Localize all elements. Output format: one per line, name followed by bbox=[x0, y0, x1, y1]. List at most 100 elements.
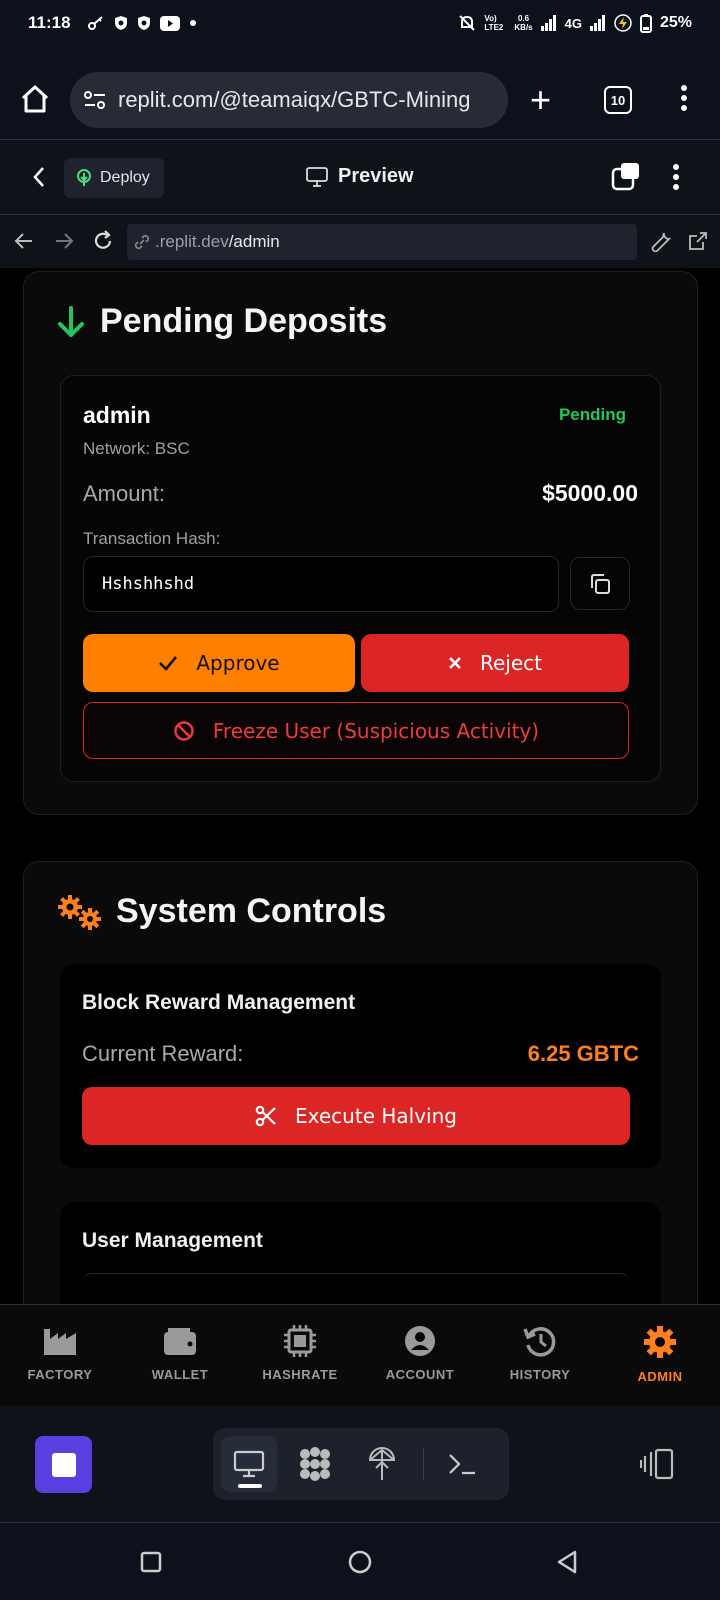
nav-history[interactable]: HISTORY bbox=[480, 1305, 600, 1406]
home-icon[interactable] bbox=[20, 84, 50, 114]
shield-icon bbox=[137, 16, 150, 30]
signal-icon bbox=[540, 15, 556, 31]
transaction-hash-field[interactable]: Hshshhshd bbox=[83, 556, 559, 612]
site-settings-icon[interactable] bbox=[84, 90, 106, 110]
block-reward-title: Block Reward Management bbox=[82, 991, 356, 1014]
charging-icon bbox=[614, 14, 632, 32]
back-arrow-icon[interactable] bbox=[14, 232, 34, 250]
freeze-user-button[interactable]: Freeze User (Suspicious Activity) bbox=[83, 702, 629, 759]
execute-halving-button[interactable]: Execute Halving bbox=[82, 1087, 630, 1145]
recents-icon[interactable] bbox=[140, 1551, 162, 1573]
webview-url-field[interactable]: .replit.dev/admin bbox=[127, 224, 637, 260]
nav-admin[interactable]: ADMIN bbox=[600, 1305, 720, 1406]
browser-toolbar: replit.com/@teamaiqx/GBTC-Mining + 10 bbox=[0, 46, 720, 140]
user-management-title: User Management bbox=[82, 1229, 263, 1252]
factory-icon bbox=[44, 1329, 76, 1355]
user-management-panel: User Management bbox=[60, 1202, 661, 1304]
block-reward-panel: Block Reward Management Current Reward: … bbox=[60, 964, 661, 1168]
admin-page-content: Pending Deposits admin Pending Network: … bbox=[0, 268, 720, 1304]
system-navigation-bar bbox=[0, 1522, 720, 1600]
wallet-icon bbox=[164, 1328, 196, 1355]
battery-level: 25% bbox=[659, 14, 692, 31]
gears-icon bbox=[58, 894, 101, 930]
monitor-icon bbox=[233, 1450, 265, 1478]
deposit-user: admin bbox=[83, 402, 151, 428]
pending-deposits-header: Pending Deposits bbox=[56, 302, 387, 341]
refresh-icon[interactable] bbox=[92, 230, 114, 252]
copy-icon bbox=[591, 573, 610, 594]
arrow-down-icon bbox=[58, 305, 84, 337]
more-options-icon[interactable] bbox=[672, 163, 680, 191]
scissors-icon bbox=[255, 1105, 276, 1127]
nav-account[interactable]: ACCOUNT bbox=[360, 1305, 480, 1406]
terminal-icon[interactable] bbox=[447, 1452, 477, 1476]
deposit-item: admin Pending Network: BSC Amount: $5000… bbox=[60, 375, 661, 782]
replit-header: Deploy Preview bbox=[0, 141, 720, 215]
window-switch-icon[interactable] bbox=[611, 161, 641, 191]
vpn-key-icon bbox=[87, 16, 103, 30]
wrench-icon[interactable] bbox=[650, 230, 672, 252]
agent-icon[interactable] bbox=[297, 1446, 333, 1482]
link-icon bbox=[134, 234, 150, 250]
current-reward-label: Current Reward: bbox=[82, 1041, 244, 1066]
stop-button[interactable] bbox=[35, 1436, 92, 1493]
approve-button[interactable]: Approve bbox=[83, 634, 355, 692]
layout-toggle-icon[interactable] bbox=[640, 1448, 674, 1480]
deposit-network: Network: BSC bbox=[83, 439, 190, 458]
reject-button[interactable]: Reject bbox=[361, 634, 629, 692]
close-icon bbox=[449, 657, 461, 669]
amount-label: Amount: bbox=[83, 481, 165, 506]
dot-icon bbox=[189, 20, 196, 26]
chip-icon bbox=[284, 1325, 316, 1357]
status-time: 11:18 bbox=[28, 13, 71, 32]
deposit-amount: $5000.00 bbox=[542, 480, 638, 506]
status-bar: 11:18 Vo) LTE2 0.6 KB/s 4G 25% bbox=[0, 0, 720, 46]
webview-navbar: .replit.dev/admin bbox=[0, 216, 720, 268]
deployments-icon[interactable] bbox=[367, 1446, 397, 1482]
back-triangle-icon[interactable] bbox=[556, 1550, 578, 1574]
pending-deposits-title: Pending Deposits bbox=[100, 302, 388, 340]
back-chevron-icon[interactable] bbox=[32, 165, 46, 189]
user-management-list bbox=[82, 1273, 630, 1283]
youtube-icon bbox=[159, 15, 180, 31]
user-circle-icon bbox=[405, 1326, 435, 1356]
monitor-icon bbox=[306, 166, 328, 187]
nav-hashrate[interactable]: HASHRATE bbox=[240, 1305, 360, 1406]
copy-hash-button[interactable] bbox=[570, 557, 630, 610]
hash-label: Transaction Hash: bbox=[83, 529, 221, 548]
mute-bell-icon bbox=[459, 15, 476, 31]
active-indicator bbox=[238, 1484, 262, 1488]
preview-tab[interactable]: Preview bbox=[306, 165, 414, 188]
menu-icon[interactable] bbox=[680, 84, 688, 112]
nav-wallet[interactable]: WALLET bbox=[120, 1305, 240, 1406]
deploy-icon bbox=[77, 169, 91, 186]
pending-deposits-card: Pending Deposits admin Pending Network: … bbox=[23, 271, 698, 815]
deploy-button[interactable]: Deploy bbox=[64, 158, 164, 198]
gear-icon bbox=[644, 1326, 676, 1358]
nav-factory[interactable]: FACTORY bbox=[0, 1305, 120, 1406]
home-circle-icon[interactable] bbox=[348, 1550, 372, 1574]
volte-indicator: Vo) LTE2 bbox=[484, 14, 504, 32]
stop-icon bbox=[51, 1452, 76, 1477]
system-controls-card: System Controls Block Reward Management … bbox=[23, 861, 698, 1304]
ban-icon bbox=[174, 720, 194, 741]
forward-arrow-icon[interactable] bbox=[54, 232, 74, 250]
shield-icon bbox=[114, 16, 127, 30]
system-controls-header: System Controls bbox=[56, 892, 386, 931]
segment-divider bbox=[423, 1448, 424, 1480]
preview-label: Preview bbox=[338, 165, 414, 187]
check-icon bbox=[159, 656, 178, 671]
system-controls-title: System Controls bbox=[116, 892, 387, 930]
status-badge: Pending bbox=[558, 405, 626, 424]
bottom-nav: FACTORY WALLET HASHRATE ACCOUNT HISTORY … bbox=[0, 1304, 720, 1406]
panel-switcher bbox=[213, 1428, 509, 1500]
speed-indicator: 0.6 KB/s bbox=[514, 14, 533, 32]
url-path: /admin bbox=[228, 232, 280, 251]
deploy-label: Deploy bbox=[100, 169, 150, 186]
battery-icon bbox=[639, 13, 652, 33]
new-tab-icon[interactable]: + bbox=[530, 82, 551, 118]
tab-switcher-button[interactable]: 10 bbox=[604, 86, 632, 114]
network-type: 4G bbox=[564, 15, 582, 31]
address-bar[interactable]: replit.com/@teamaiqx/GBTC-Mining bbox=[70, 72, 508, 128]
open-external-icon[interactable] bbox=[687, 230, 709, 252]
